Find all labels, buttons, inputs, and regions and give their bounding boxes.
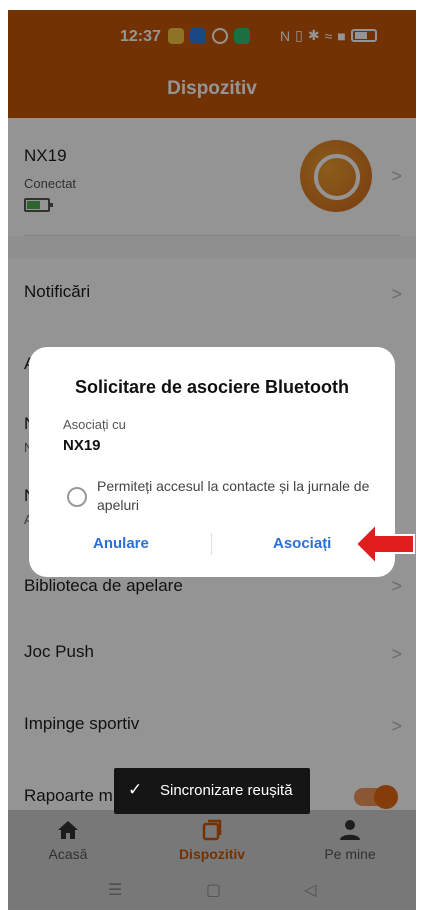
sync-toast: ✓ Sincronizare reușită	[114, 768, 310, 814]
toast-text: Sincronizare reușită	[160, 782, 293, 799]
phone-screen: NX19 Conectat > Notificări > A N N N A B…	[8, 10, 416, 910]
bluetooth-pairing-dialog: Solicitare de asociere Bluetooth Asociaț…	[29, 347, 395, 577]
contacts-access-checkbox[interactable]	[67, 487, 87, 507]
cancel-button[interactable]: Anulare	[93, 535, 149, 552]
pair-button[interactable]: Asociați	[273, 535, 331, 552]
button-separator	[211, 533, 212, 555]
red-arrow-icon	[354, 521, 415, 567]
check-icon: ✓	[128, 780, 143, 799]
permission-text[interactable]: Permiteți accesul la contacte și la jurn…	[97, 477, 377, 515]
dialog-title: Solicitare de asociere Bluetooth	[74, 377, 350, 397]
pair-with-label: Asociați cu	[63, 417, 126, 432]
pair-device-name: NX19	[63, 437, 101, 454]
